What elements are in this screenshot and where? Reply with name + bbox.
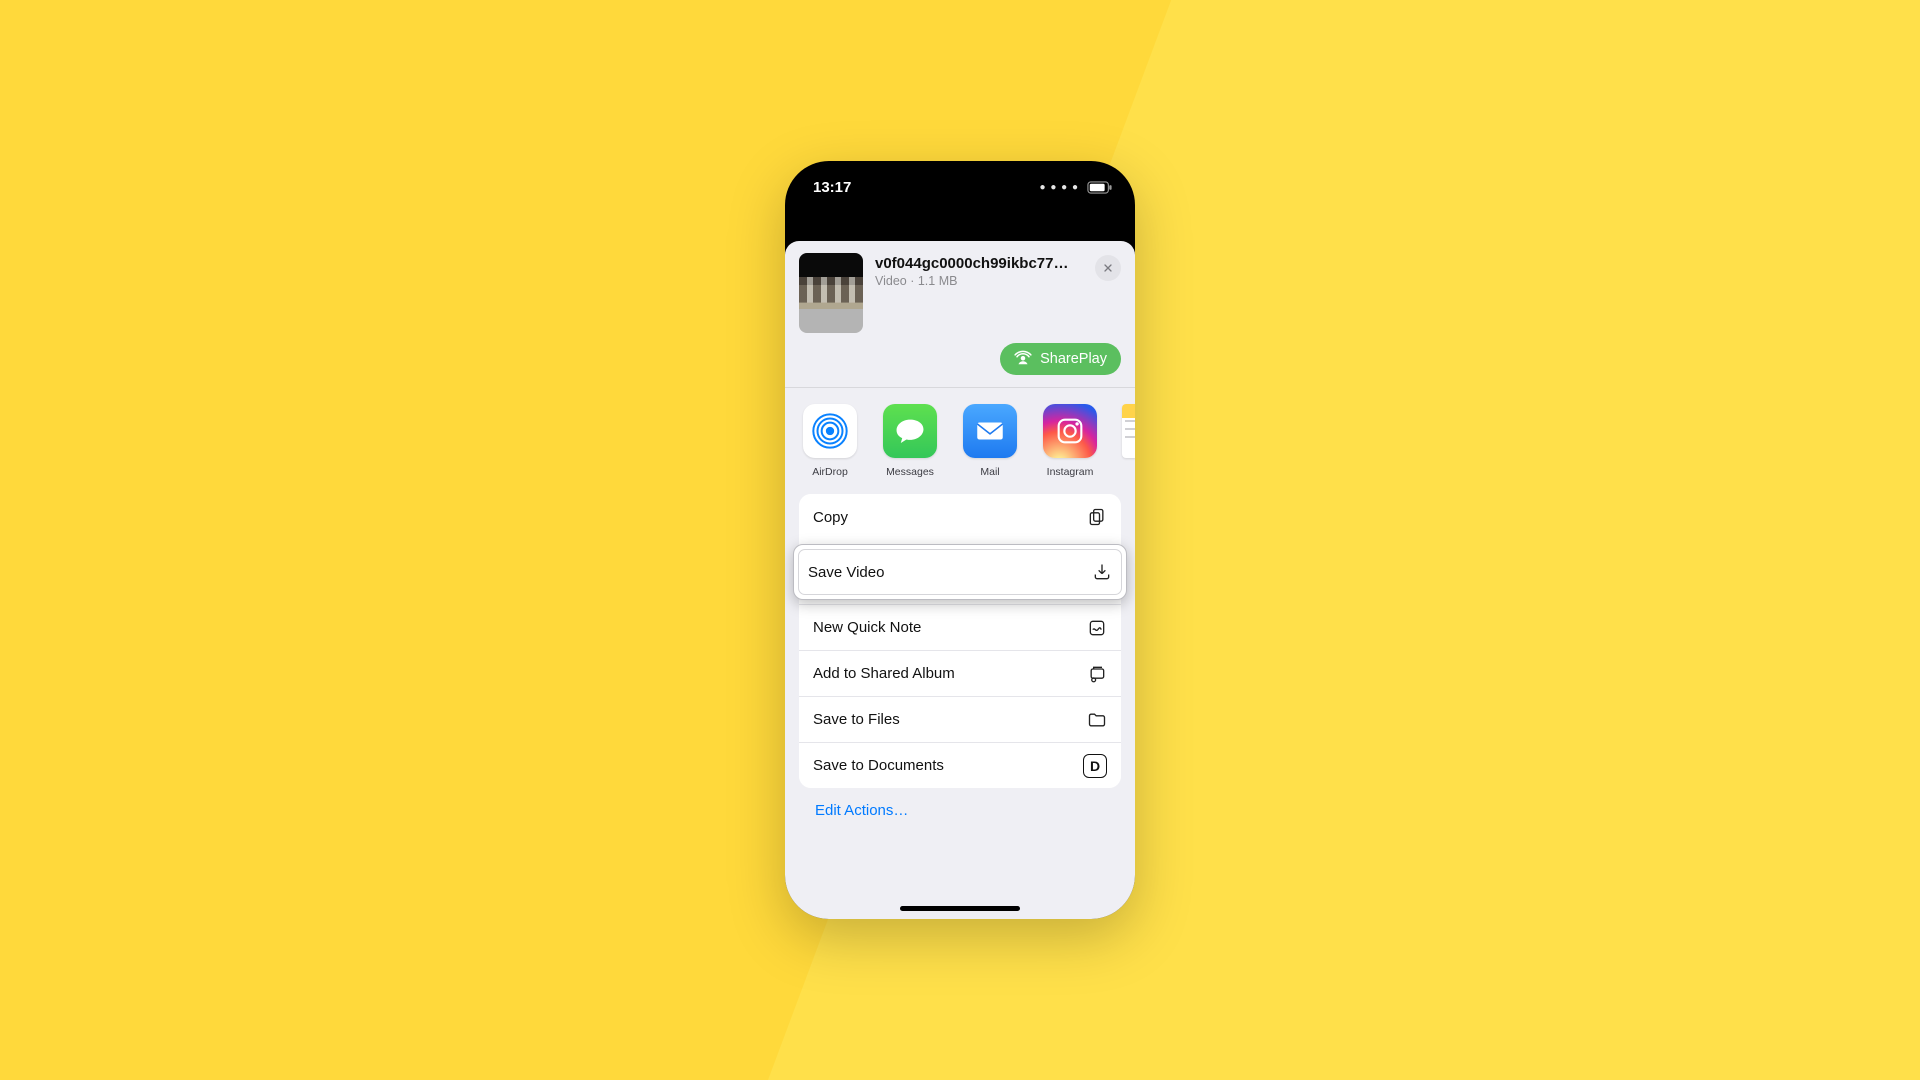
action-save-to-files[interactable]: Save to Files xyxy=(799,696,1121,742)
status-time: 13:17 xyxy=(813,179,851,196)
action-save-to-documents-label: Save to Documents xyxy=(813,757,944,774)
close-icon xyxy=(1102,262,1114,274)
notes-icon xyxy=(1122,404,1135,458)
battery-icon xyxy=(1087,181,1113,194)
share-sheet-header: v0f044gc0000ch99ikbc77… Video · 1.1 MB xyxy=(785,241,1135,388)
action-save-video[interactable]: Save Video xyxy=(793,544,1127,600)
app-mail[interactable]: Mail xyxy=(961,404,1019,478)
app-instagram-label: Instagram xyxy=(1047,466,1094,478)
home-indicator[interactable] xyxy=(900,906,1020,911)
edit-actions-link[interactable]: Edit Actions… xyxy=(799,788,1121,833)
shared-album-icon xyxy=(1087,664,1107,684)
app-notes-partial[interactable] xyxy=(1121,404,1135,478)
folder-icon xyxy=(1087,710,1107,730)
app-airdrop-label: AirDrop xyxy=(812,466,848,478)
shareplay-label: SharePlay xyxy=(1040,351,1107,367)
action-save-video-label: Save Video xyxy=(808,564,884,581)
action-new-quick-note[interactable]: New Quick Note xyxy=(799,604,1121,650)
app-messages[interactable]: Messages xyxy=(881,404,939,478)
download-icon xyxy=(1092,562,1112,582)
action-save-to-documents[interactable]: Save to Documents D xyxy=(799,742,1121,788)
documents-app-icon: D xyxy=(1083,754,1107,778)
actions-list: Copy Save Video New Quic xyxy=(799,494,1121,788)
airdrop-icon xyxy=(810,411,850,451)
action-add-shared-album[interactable]: Add to Shared Album xyxy=(799,650,1121,696)
file-name: v0f044gc0000ch99ikbc77… xyxy=(875,255,1083,272)
action-copy-label: Copy xyxy=(813,509,848,526)
quick-note-icon xyxy=(1087,618,1107,638)
shareplay-button[interactable]: SharePlay xyxy=(1000,343,1121,375)
instagram-icon xyxy=(1053,414,1087,448)
action-save-to-files-label: Save to Files xyxy=(813,711,900,728)
app-mail-label: Mail xyxy=(980,466,999,478)
file-subtitle: Video · 1.1 MB xyxy=(875,274,1083,288)
action-new-quick-note-label: New Quick Note xyxy=(813,619,921,636)
action-copy[interactable]: Copy xyxy=(799,494,1121,540)
video-thumbnail[interactable] xyxy=(799,253,863,333)
messages-icon xyxy=(893,414,927,448)
share-apps-row[interactable]: AirDrop Messages xyxy=(785,388,1135,488)
copy-icon xyxy=(1087,507,1107,527)
cellular-dots-icon: ● ● ● ● xyxy=(1040,182,1080,193)
share-sheet: v0f044gc0000ch99ikbc77… Video · 1.1 MB xyxy=(785,241,1135,919)
app-instagram[interactable]: Instagram xyxy=(1041,404,1099,478)
app-messages-label: Messages xyxy=(886,466,934,478)
app-airdrop[interactable]: AirDrop xyxy=(801,404,859,478)
mail-icon xyxy=(973,414,1007,448)
status-bar: 13:17 ● ● ● ● xyxy=(785,161,1135,213)
background: 13:17 ● ● ● ● v0f04 xyxy=(0,0,1920,1080)
shareplay-icon xyxy=(1014,350,1032,368)
close-button[interactable] xyxy=(1095,255,1121,281)
phone-frame: 13:17 ● ● ● ● v0f04 xyxy=(785,161,1135,919)
action-add-shared-album-label: Add to Shared Album xyxy=(813,665,955,682)
